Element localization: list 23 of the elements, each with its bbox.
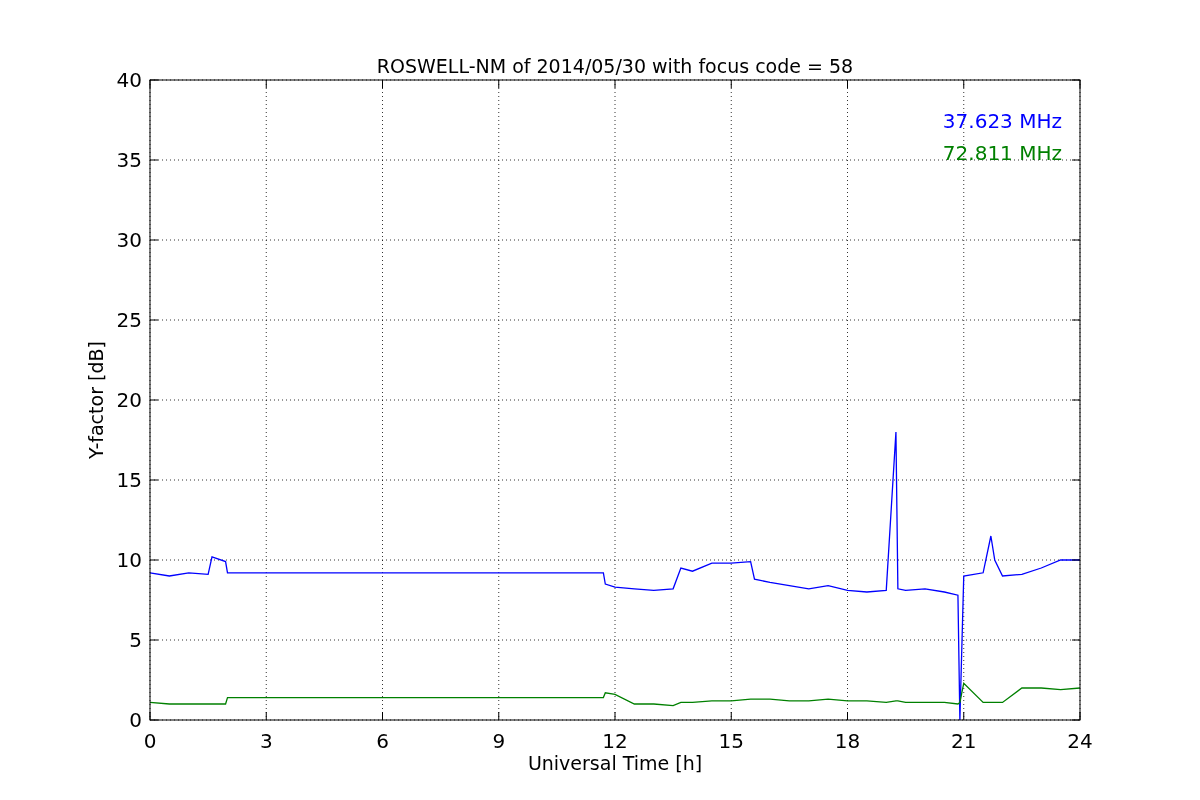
legend-label: 37.623 MHz [942, 109, 1062, 133]
tick-label: 15 [718, 729, 744, 753]
axis-label: Universal Time [h] [527, 752, 703, 774]
tick-label: 21 [951, 729, 977, 753]
tick-label: 9 [492, 729, 506, 753]
tick-label: 24 [1067, 729, 1093, 753]
tick-label: 18 [834, 729, 861, 753]
tick-label: 12 [602, 729, 628, 753]
tick-label: 5 [129, 628, 142, 652]
tick-label: 25 [116, 308, 142, 332]
chart-title: ROSWELL-NM of 2014/05/30 with focus code = 58 [376, 55, 854, 77]
legend-label: 72.811 MHz [942, 141, 1062, 165]
axis-label: Y-factor [dB] [85, 341, 107, 459]
tick-label: 15 [116, 468, 142, 492]
tick-label: 0 [143, 729, 157, 753]
tick-label: 20 [116, 388, 142, 412]
tick-label: 3 [259, 729, 273, 753]
tick-label: 40 [116, 68, 142, 92]
tick-label: 6 [376, 729, 389, 753]
tick-label: 10 [116, 548, 142, 572]
tick-label: 30 [116, 228, 142, 252]
tick-label: 0 [129, 708, 142, 732]
tick-label: 35 [116, 148, 142, 172]
